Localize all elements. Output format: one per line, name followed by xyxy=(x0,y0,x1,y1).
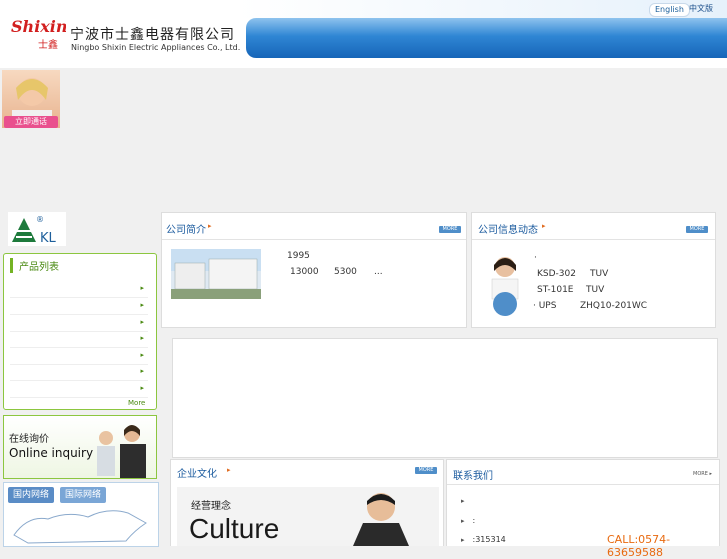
logo-cn-text: 士鑫 xyxy=(38,38,58,51)
news-item-cert[interactable]: ZHQ10-201WC xyxy=(580,301,647,311)
contact-us-title: 联系我们 xyxy=(453,471,493,482)
corporate-culture-more-button[interactable]: MORE xyxy=(415,467,437,474)
news-item-model[interactable]: · UPS xyxy=(533,301,556,311)
product-row[interactable]: ▸ xyxy=(10,281,148,298)
intro-ellipsis: ... xyxy=(374,267,383,277)
company-name-cn: 宁波市士鑫电器有限公司 xyxy=(70,27,235,43)
bullet-icon: ▸ xyxy=(461,536,465,544)
product-row[interactable]: ▸ xyxy=(10,364,148,381)
company-intro-panel: 公司简介 ▸ MORE 1995 13000 5300 ... xyxy=(161,212,467,328)
company-logo[interactable]: Shixin 士鑫 xyxy=(10,12,68,52)
businessman-image xyxy=(353,493,409,546)
corporate-culture-panel: 企业文化 ▸ MORE 经营理念 Culture xyxy=(170,459,444,546)
lang-chinese-link[interactable]: 中文版 xyxy=(684,3,718,15)
product-row[interactable]: ▸ xyxy=(10,348,148,365)
company-news-title: 公司信息动态 xyxy=(478,225,538,236)
contact-row: ▸: xyxy=(461,516,476,525)
divider xyxy=(162,239,466,240)
tab-domestic-network[interactable]: 国内网络 xyxy=(8,487,55,503)
online-inquiry-banner[interactable]: 在线询价 Online inquiry xyxy=(3,415,157,479)
company-news-more-button[interactable]: MORE xyxy=(686,226,708,233)
inquiry-people-image xyxy=(97,425,146,478)
news-item-model[interactable]: ST-101E xyxy=(537,285,574,295)
call-phone-number[interactable]: CALL:0574-63659588 xyxy=(607,533,719,559)
bullet-icon: ▸ xyxy=(461,497,465,505)
call-now-button[interactable]: 立即通话 xyxy=(4,116,58,128)
product-list-title: 产品列表 xyxy=(10,258,59,273)
factory-photo xyxy=(171,249,261,299)
media-placeholder-panel xyxy=(172,338,718,458)
news-item-cert[interactable]: TUV xyxy=(590,269,608,279)
culture-banner-cn: 经营理念 xyxy=(191,501,231,512)
arrow-icon: ▸ xyxy=(542,222,546,230)
culture-banner: 经营理念 Culture xyxy=(177,487,439,546)
network-map-panel: 国内网络 国际网络 xyxy=(3,482,159,547)
culture-banner-en: Culture xyxy=(189,513,280,544)
kl-logo-text: KL xyxy=(40,231,57,246)
arrow-icon: ▸ xyxy=(140,334,144,342)
product-list-panel: 产品列表 ▸ ▸ ▸ ▸ ▸ ▸ ▸ More xyxy=(3,253,157,410)
contact-more-link[interactable]: MORE ▸ xyxy=(693,471,712,477)
product-row[interactable]: ▸ xyxy=(10,298,148,315)
product-row[interactable]: ▸ xyxy=(10,381,148,398)
intro-building-value: 5300 xyxy=(334,267,357,277)
arrow-icon: ▸ xyxy=(140,351,144,359)
divider xyxy=(447,484,719,485)
kl-logo: KL ® xyxy=(8,212,66,246)
inquiry-title-cn: 在线询价 xyxy=(9,434,49,445)
arrow-icon: ▸ xyxy=(140,301,144,309)
intro-area-value: 13000 xyxy=(290,267,319,277)
divider xyxy=(472,239,715,240)
news-agent-photo xyxy=(480,249,530,317)
arrow-icon: ▸ xyxy=(140,284,144,292)
intro-year: 1995 xyxy=(287,251,310,261)
arrow-icon: ▸ xyxy=(208,222,212,230)
product-row[interactable]: ▸ xyxy=(10,315,148,332)
arrow-icon: ▸ xyxy=(140,384,144,392)
china-map-image xyxy=(13,510,147,544)
inquiry-title-en: Online inquiry xyxy=(9,446,94,460)
kl-logo-mark: ® xyxy=(36,215,44,224)
corporate-culture-title: 企业文化 xyxy=(177,469,217,480)
bullet-icon: ▸ xyxy=(461,517,465,525)
contact-row: ▸:315314 xyxy=(461,535,506,544)
arrow-icon: ▸ xyxy=(140,318,144,326)
news-dot: · xyxy=(534,253,537,263)
contact-us-panel: 联系我们 MORE ▸ ▸ ▸: ▸:315314 CALL:0574-6365… xyxy=(446,459,720,559)
news-item-model[interactable]: KSD-302 xyxy=(537,269,576,279)
product-more-link[interactable]: More xyxy=(128,399,145,407)
tab-international-network[interactable]: 国际网络 xyxy=(60,487,107,503)
contact-row: ▸ xyxy=(461,496,473,505)
company-news-panel: 公司信息动态 ▸ MORE · KSD-302 TUV ST-101E TUV … xyxy=(471,212,716,328)
company-intro-title: 公司简介 xyxy=(166,225,206,236)
header-banner xyxy=(246,18,727,58)
logo-script-text: Shixin xyxy=(11,17,66,36)
product-row[interactable]: ▸ xyxy=(10,331,148,348)
company-name-en: Ningbo Shixin Electric Appliances Co., L… xyxy=(71,43,241,52)
news-item-cert[interactable]: TUV xyxy=(586,285,604,295)
arrow-icon: ▸ xyxy=(227,466,231,474)
arrow-icon: ▸ xyxy=(140,367,144,375)
company-intro-more-button[interactable]: MORE xyxy=(439,226,461,233)
